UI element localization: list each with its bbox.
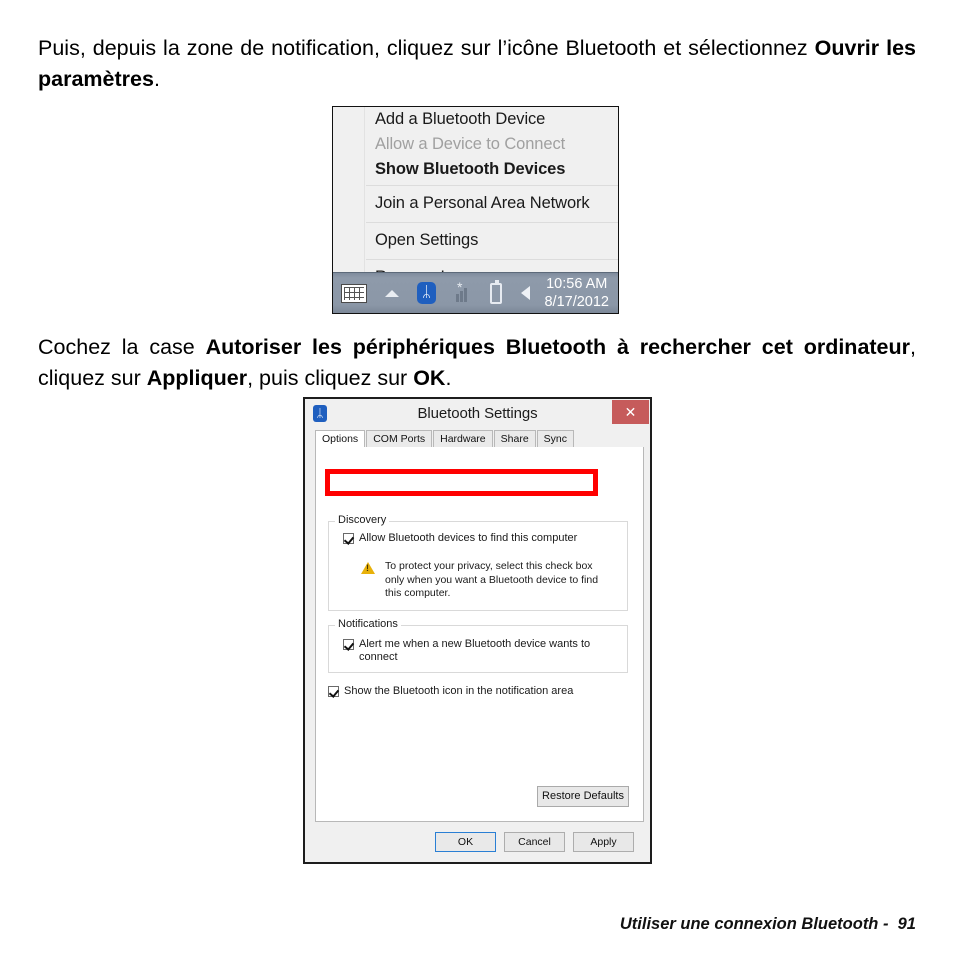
tab-com-ports[interactable]: COM Ports [366,430,433,447]
instruction-paragraph-2: Cochez la case Autoriser les périphériqu… [38,332,916,394]
show-hidden-icons-chevron-icon[interactable] [385,289,399,297]
menu-separator [366,222,618,223]
notifications-group: Notifications Alert me when a new Blueto… [328,618,628,673]
allow-discovery-label: Allow Bluetooth devices to find this com… [359,532,578,544]
menu-separator [366,185,618,186]
notifications-group-label: Notifications [335,618,401,630]
battery-icon[interactable] [490,279,502,304]
bluetooth-icon[interactable]: ᛦ [417,282,436,304]
alert-new-device-label: Alert me when a new Bluetooth device wan… [359,638,591,663]
restore-defaults-button[interactable]: Restore Defaults [537,786,629,807]
tab-sync[interactable]: Sync [536,430,575,447]
dialog-title: Bluetooth Settings [417,404,538,422]
cancel-button[interactable]: Cancel [504,832,565,852]
show-tray-icon-label: Show the Bluetooth icon in the notificat… [344,685,574,697]
alert-new-device-checkbox[interactable] [343,639,354,650]
prose-run: . [153,67,160,91]
page-footer: Utiliser une connexion Bluetooth - 91 [619,915,916,933]
prose-run: Cochez la case [38,335,206,359]
privacy-warning-text: To protect your privacy, select this che… [385,560,599,599]
menu-item[interactable]: Join a Personal Area Network [366,188,618,219]
allow-discovery-checkbox-row[interactable]: Allow Bluetooth devices to find this com… [343,532,577,545]
alert-new-device-checkbox-row[interactable]: Alert me when a new Bluetooth device wan… [343,638,627,664]
dialog-button-bar: OK Cancel Apply [305,822,650,862]
tray-date: 8/17/2012 [544,294,609,310]
keyboard-icon[interactable] [341,283,367,303]
tab-options[interactable]: Options [315,430,366,448]
discovery-group: Discovery Allow Bluetooth devices to fin… [328,514,628,611]
clock-widget[interactable]: 10:56 AM 8/17/2012 [544,275,609,311]
prose-run: Puis, depuis la zone de notification, cl… [38,36,815,60]
menu-item: Allow a Device to Connect [375,135,566,153]
menu-item[interactable]: Add a Bluetooth Device [366,107,618,132]
dialog-body: Options COM Ports Hardware Share Sync Discov… [305,427,650,862]
menu-separator [366,259,618,260]
show-tray-icon-checkbox-row[interactable]: Show the Bluetooth icon in the notificat… [328,685,573,698]
discovery-group-label: Discovery [335,514,390,526]
menu-item[interactable]: Open Settings [366,225,618,256]
tab-share[interactable]: Share [493,430,536,447]
windows-taskbar-tray[interactable]: ᛦ * 10:56 AM 8/17/2012 [333,272,618,313]
warning-triangle-icon [361,561,375,574]
tab-hardware[interactable]: Hardware [433,430,493,447]
options-tab-page: Discovery Allow Bluetooth devices to fin… [315,447,644,822]
wifi-signal-icon[interactable]: * [450,280,472,304]
instruction-paragraph-1: Puis, depuis la zone de notification, cl… [38,33,916,95]
tray-time: 10:56 AM [546,276,608,292]
ok-button[interactable]: OK [435,832,496,852]
privacy-warning: To protect your privacy, select this che… [361,560,611,601]
notification-area-figure: Add a Bluetooth Device Allow a Device to … [332,106,619,314]
prose-run: , puis cliquez sur [247,366,414,390]
emphasised-term: Autoriser les périphériques Bluetooth à … [205,335,911,359]
volume-icon[interactable] [520,282,538,304]
prose-run: . [445,366,452,390]
dialog-titlebar[interactable]: ᛦ Bluetooth Settings ✕ [305,399,650,427]
apply-button[interactable]: Apply [573,832,634,852]
allow-discovery-checkbox[interactable] [343,533,354,544]
emphasised-term: Appliquer [146,366,248,390]
menu-item-list[interactable]: Add a Bluetooth Device Allow a Device to … [366,107,618,286]
emphasised-term: OK [413,366,446,390]
tab-strip[interactable]: Options COM Ports Hardware Share Sync [315,430,644,448]
bluetooth-settings-dialog: ᛦ Bluetooth Settings ✕ Options COM Ports H… [303,397,652,864]
bluetooth-tray-context-menu[interactable]: Add a Bluetooth Device Allow a Device to … [333,107,618,286]
menu-item[interactable]: Show Bluetooth Devices [366,157,618,182]
show-tray-icon-checkbox[interactable] [328,686,339,697]
menu-icon-gutter [333,107,365,273]
